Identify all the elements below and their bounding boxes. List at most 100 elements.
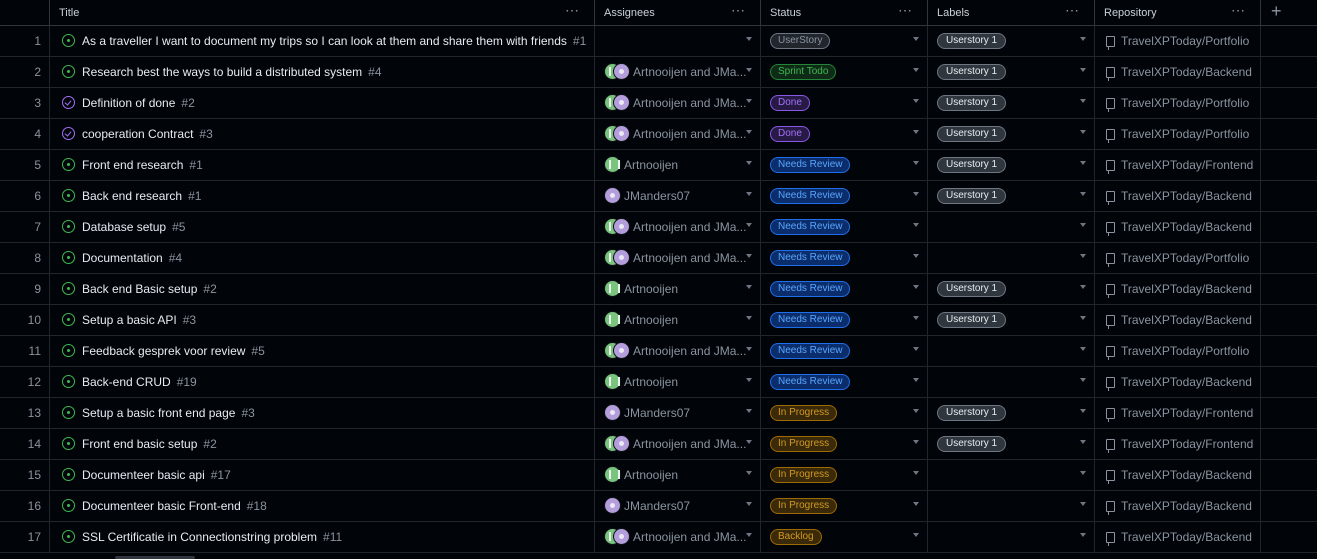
- status-cell[interactable]: In Progress: [761, 429, 928, 459]
- chevron-down-icon[interactable]: [746, 192, 752, 196]
- issue-title-link[interactable]: Database setup #5: [82, 220, 185, 234]
- repository-cell[interactable]: TravelXPToday/Backend: [1095, 367, 1261, 397]
- repository-cell[interactable]: TravelXPToday/Portfolio: [1095, 88, 1261, 118]
- table-row[interactable]: 9 Back end Basic setup #2 Artnooijen Need…: [0, 274, 1317, 305]
- status-cell[interactable]: Needs Review: [761, 305, 928, 335]
- assignees-column-menu-icon[interactable]: ⋯: [731, 2, 746, 19]
- repository-name[interactable]: TravelXPToday/Portfolio: [1121, 34, 1249, 48]
- labels-cell[interactable]: Userstory 1: [928, 57, 1095, 87]
- chevron-down-icon[interactable]: [1080, 409, 1086, 413]
- repository-cell[interactable]: TravelXPToday/Backend: [1095, 305, 1261, 335]
- status-cell[interactable]: Needs Review: [761, 150, 928, 180]
- chevron-down-icon[interactable]: [913, 347, 919, 351]
- assignees-cell[interactable]: Artnooijen and JMa...: [595, 57, 761, 87]
- chevron-down-icon[interactable]: [746, 161, 752, 165]
- repository-name[interactable]: TravelXPToday/Frontend: [1121, 437, 1253, 451]
- header-repository[interactable]: Repository ⋯: [1095, 0, 1261, 26]
- chevron-down-icon[interactable]: [1080, 68, 1086, 72]
- chevron-down-icon[interactable]: [746, 99, 752, 103]
- chevron-down-icon[interactable]: [913, 99, 919, 103]
- issue-title-link[interactable]: SSL Certificatie in Connectionstring pro…: [82, 530, 342, 544]
- assignees-cell[interactable]: Artnooijen and JMa...: [595, 522, 761, 552]
- labels-cell[interactable]: [928, 243, 1095, 273]
- assignees-cell[interactable]: Artnooijen: [595, 150, 761, 180]
- table-row[interactable]: 12 Back-end CRUD #19 Artnooijen Needs Rev…: [0, 367, 1317, 398]
- table-row[interactable]: 13 Setup a basic front end page #3 JMande…: [0, 398, 1317, 429]
- issue-title-link[interactable]: Front end research #1: [82, 158, 203, 172]
- issue-title[interactable]: Setup a basic front end page: [82, 406, 235, 420]
- issue-title-link[interactable]: Front end basic setup #2: [82, 437, 217, 451]
- title-cell[interactable]: Front end basic setup #2: [50, 429, 595, 459]
- labels-cell[interactable]: [928, 336, 1095, 366]
- issue-title[interactable]: Documenteer basic Front-end: [82, 499, 241, 513]
- chevron-down-icon[interactable]: [1080, 99, 1086, 103]
- title-cell[interactable]: cooperation Contract #3: [50, 119, 595, 149]
- labels-cell[interactable]: [928, 522, 1095, 552]
- header-title[interactable]: Title ⋯: [50, 0, 595, 26]
- title-cell[interactable]: Research best the ways to build a distri…: [50, 57, 595, 87]
- issue-title-link[interactable]: Documenteer basic Front-end #18: [82, 499, 267, 513]
- chevron-down-icon[interactable]: [1080, 378, 1086, 382]
- repository-name[interactable]: TravelXPToday/Backend: [1121, 530, 1252, 544]
- issue-title[interactable]: Research best the ways to build a distri…: [82, 65, 362, 79]
- chevron-down-icon[interactable]: [1080, 161, 1086, 165]
- repository-name[interactable]: TravelXPToday/Backend: [1121, 282, 1252, 296]
- title-cell[interactable]: Definition of done #2: [50, 88, 595, 118]
- issue-title-link[interactable]: As a traveller I want to document my tri…: [82, 34, 586, 48]
- repository-cell[interactable]: TravelXPToday/Portfolio: [1095, 336, 1261, 366]
- chevron-down-icon[interactable]: [1080, 254, 1086, 258]
- chevron-down-icon[interactable]: [1080, 316, 1086, 320]
- status-cell[interactable]: Needs Review: [761, 367, 928, 397]
- repository-cell[interactable]: TravelXPToday/Backend: [1095, 460, 1261, 490]
- issue-title[interactable]: As a traveller I want to document my tri…: [82, 34, 567, 48]
- labels-cell[interactable]: Userstory 1: [928, 181, 1095, 211]
- assignees-cell[interactable]: Artnooijen: [595, 274, 761, 304]
- chevron-down-icon[interactable]: [746, 316, 752, 320]
- issue-title[interactable]: Front end research: [82, 158, 183, 172]
- labels-cell[interactable]: Userstory 1: [928, 150, 1095, 180]
- issue-title[interactable]: Front end basic setup: [82, 437, 197, 451]
- issue-title-link[interactable]: Back end Basic setup #2: [82, 282, 217, 296]
- title-cell[interactable]: Back-end CRUD #19: [50, 367, 595, 397]
- chevron-down-icon[interactable]: [913, 471, 919, 475]
- repository-name[interactable]: TravelXPToday/Portfolio: [1121, 251, 1249, 265]
- status-cell[interactable]: Needs Review: [761, 274, 928, 304]
- table-row[interactable]: 1 As a traveller I want to document my t…: [0, 26, 1317, 57]
- title-cell[interactable]: SSL Certificatie in Connectionstring pro…: [50, 522, 595, 552]
- repository-cell[interactable]: TravelXPToday/Frontend: [1095, 398, 1261, 428]
- table-row[interactable]: 2 Research best the ways to build a dist…: [0, 57, 1317, 88]
- chevron-down-icon[interactable]: [913, 161, 919, 165]
- title-cell[interactable]: Database setup #5: [50, 212, 595, 242]
- labels-cell[interactable]: [928, 460, 1095, 490]
- chevron-down-icon[interactable]: [1080, 130, 1086, 134]
- table-row[interactable]: 4 cooperation Contract #3 Artnooijen and …: [0, 119, 1317, 150]
- chevron-down-icon[interactable]: [746, 471, 752, 475]
- chevron-down-icon[interactable]: [746, 130, 752, 134]
- issue-title[interactable]: Back end research: [82, 189, 182, 203]
- chevron-down-icon[interactable]: [1080, 285, 1086, 289]
- chevron-down-icon[interactable]: [1080, 192, 1086, 196]
- labels-cell[interactable]: [928, 212, 1095, 242]
- status-cell[interactable]: Needs Review: [761, 243, 928, 273]
- status-cell[interactable]: Done: [761, 88, 928, 118]
- repository-name[interactable]: TravelXPToday/Frontend: [1121, 158, 1253, 172]
- labels-cell[interactable]: Userstory 1: [928, 398, 1095, 428]
- issue-title[interactable]: cooperation Contract: [82, 127, 193, 141]
- table-row[interactable]: 5 Front end research #1 Artnooijen Needs …: [0, 150, 1317, 181]
- assignees-cell[interactable]: JManders07: [595, 181, 761, 211]
- labels-cell[interactable]: Userstory 1: [928, 305, 1095, 335]
- issue-title-link[interactable]: Research best the ways to build a distri…: [82, 65, 382, 79]
- issue-title-link[interactable]: Definition of done #2: [82, 96, 195, 110]
- labels-cell[interactable]: [928, 367, 1095, 397]
- table-row[interactable]: 11 Feedback gesprek voor review #5 Artnoo…: [0, 336, 1317, 367]
- repository-column-menu-icon[interactable]: ⋯: [1231, 2, 1246, 19]
- chevron-down-icon[interactable]: [1080, 502, 1086, 506]
- issue-title-link[interactable]: Setup a basic front end page #3: [82, 406, 255, 420]
- chevron-down-icon[interactable]: [746, 37, 752, 41]
- title-cell[interactable]: Feedback gesprek voor review #5: [50, 336, 595, 366]
- issue-title-link[interactable]: Back end research #1: [82, 189, 201, 203]
- repository-cell[interactable]: TravelXPToday/Portfolio: [1095, 119, 1261, 149]
- header-labels[interactable]: Labels ⋯: [928, 0, 1095, 26]
- status-cell[interactable]: UserStory: [761, 26, 928, 56]
- assignees-cell[interactable]: Artnooijen: [595, 305, 761, 335]
